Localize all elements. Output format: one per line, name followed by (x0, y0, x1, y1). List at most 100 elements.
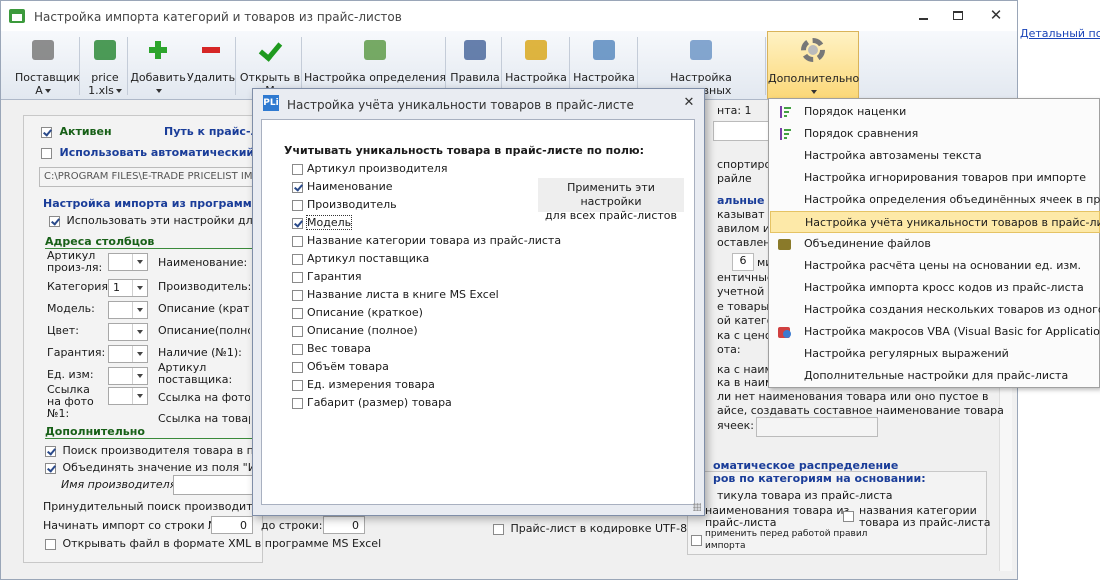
unique-option-row[interactable]: Модель (292, 215, 353, 234)
open-xml-row[interactable]: Открывать файл в формате XML в программе… (45, 537, 381, 550)
ribbon-label-line1: Удалить (187, 71, 236, 84)
to-row-input[interactable]: 0 (323, 516, 365, 534)
search-maker-checkbox[interactable] (45, 445, 56, 457)
menu-item[interactable]: Настройка определения объединённых ячеек… (770, 189, 1100, 211)
unique-option-checkbox[interactable] (292, 379, 303, 391)
use-settings-row[interactable]: Использовать эти настройки для все (49, 214, 282, 227)
mid-field-label: Описание (краткое (158, 303, 250, 315)
menu-item[interactable]: Порядок наценки (770, 101, 1100, 123)
chevron-down-icon (132, 368, 147, 384)
ribbon-label-line1: Дополнительно (768, 72, 860, 85)
active-checkbox-row[interactable]: Активен (41, 125, 112, 138)
unique-option-row[interactable]: Название категории товара из прайс-листа (292, 234, 561, 252)
search-maker-row[interactable]: Поиск производителя товара в прайс- (45, 444, 285, 457)
ribbon-button-0[interactable]: Поставщик А (15, 31, 80, 97)
long-line-1: ли нет наименования товара или оно пусто… (717, 390, 989, 403)
use-settings-checkbox[interactable] (49, 215, 60, 227)
close-button[interactable]: ✕ (986, 6, 1006, 24)
active-label: Активен (59, 125, 112, 138)
utf8-checkbox[interactable] (493, 523, 504, 535)
menu-item[interactable]: Порядок сравнения (770, 123, 1100, 145)
chevron-down-icon (132, 388, 147, 404)
column-combo[interactable]: 1 (108, 279, 148, 297)
menu-item[interactable]: Дополнительные настройки для прайс-листа (770, 365, 1100, 387)
menu-item[interactable]: Настройка учёта уникальности товаров в п… (770, 211, 1100, 233)
unique-option-checkbox[interactable] (292, 163, 303, 175)
unique-option-checkbox[interactable] (292, 181, 303, 193)
active-checkbox[interactable] (41, 126, 52, 138)
dialog-close-button[interactable]: ✕ (681, 95, 697, 111)
menu-item[interactable]: Настройка автозамены текста (770, 145, 1100, 167)
unique-option-row[interactable]: Габарит (размер) товара (292, 396, 452, 414)
column-combo[interactable] (108, 345, 148, 363)
unique-option-checkbox[interactable] (292, 199, 303, 211)
unique-option-checkbox[interactable] (292, 343, 303, 355)
ribbon-button-2[interactable]: Добавить (129, 31, 187, 97)
unique-option-checkbox[interactable] (292, 253, 303, 265)
apply-all-button[interactable]: Применить эти настройки для всех прайс-л… (538, 178, 684, 222)
unique-option-row[interactable]: Описание (полное) (292, 324, 418, 342)
unique-option-row[interactable]: Вес товара (292, 342, 371, 360)
unique-option-checkbox[interactable] (292, 235, 303, 247)
ribbon-label-10: Дополнительно (768, 72, 860, 98)
merge-value-checkbox[interactable] (45, 462, 56, 474)
ribbon-label-5: Настройка определения (303, 71, 447, 84)
unique-option-row[interactable]: Название листа в книге MS Excel (292, 288, 499, 306)
start-row-input[interactable]: 0 (211, 516, 253, 534)
opt-apply-checkbox[interactable] (691, 534, 702, 546)
ribbon-button-10[interactable]: Дополнительно (767, 31, 859, 99)
column-combo[interactable] (108, 387, 148, 405)
minimize-button[interactable] (919, 11, 929, 21)
column-combo[interactable] (108, 367, 148, 385)
opt-cat-checkbox[interactable] (843, 510, 854, 522)
path-field[interactable]: C:\PROGRAM FILES\E-TRADE PRICELIST IM (39, 167, 253, 187)
column-combo[interactable] (108, 323, 148, 341)
maximize-button[interactable] (953, 11, 963, 20)
unique-option-checkbox[interactable] (292, 217, 303, 229)
menu-item[interactable]: Настройка создания нескольких товаров из… (770, 299, 1100, 321)
column-combo[interactable] (108, 301, 148, 319)
unique-option-row[interactable]: Наименование (292, 180, 392, 198)
auto-import-row[interactable]: Использовать автоматический им (41, 146, 275, 159)
unique-option-checkbox[interactable] (292, 397, 303, 409)
menu-item[interactable]: Объединение файлов (770, 233, 1100, 255)
ribbon-button-3[interactable]: Удалить (187, 31, 235, 97)
utf8-row[interactable]: Прайс-лист в кодировке UTF-8 (493, 522, 687, 535)
unique-option-checkbox[interactable] (292, 289, 303, 301)
auto-import-checkbox[interactable] (41, 147, 52, 159)
maker-name-input[interactable] (173, 475, 255, 495)
opt-cat-row[interactable] (843, 509, 854, 522)
unique-option-row[interactable]: Объём товара (292, 360, 389, 378)
unique-option-row[interactable]: Производитель (292, 198, 397, 216)
plus-icon (144, 37, 172, 63)
open-xml-checkbox[interactable] (45, 538, 56, 550)
excel-icon (91, 37, 119, 63)
menu-item[interactable]: Настройка регулярных выражений (770, 343, 1100, 365)
menu-item[interactable]: Настройка игнорирования товаров при импо… (770, 167, 1100, 189)
start-row-label: Начинать импорт со строки №: (43, 519, 224, 532)
chevron-down-icon (44, 89, 51, 93)
ribbon-button-1[interactable]: price 1.xls (81, 31, 129, 97)
column-combo[interactable] (108, 253, 148, 271)
menu-item-label: Порядок сравнения (804, 127, 919, 140)
unique-option-checkbox[interactable] (292, 325, 303, 337)
resize-grip[interactable] (693, 503, 701, 511)
unique-option-row[interactable]: Гарантия (292, 270, 362, 288)
unique-option-checkbox[interactable] (292, 271, 303, 283)
menu-item[interactable]: Настройка импорта кросс кодов из прайс-л… (770, 277, 1100, 299)
num-6-field[interactable]: 6 (732, 253, 754, 271)
detailed-search-link[interactable]: Детальный поиск (1020, 27, 1100, 40)
menu-item[interactable]: Настройка макросов VBA (Visual Basic for… (770, 321, 1100, 343)
unique-option-row[interactable]: Артикул поставщика (292, 252, 429, 270)
ribbon-label-7: Настройка (503, 71, 569, 84)
column-combo-value: 1 (113, 281, 120, 294)
unique-option-row[interactable]: Описание (краткое) (292, 306, 423, 324)
unique-option-row[interactable]: Артикул производителя (292, 162, 447, 180)
opt-apply-row[interactable] (691, 533, 702, 546)
ribbon-separator (637, 37, 638, 95)
unique-option-checkbox[interactable] (292, 307, 303, 319)
unique-option-row[interactable]: Ед. измерения товара (292, 378, 435, 396)
menu-item[interactable]: Настройка расчёта цены на основании ед. … (770, 255, 1100, 277)
cells-input[interactable] (756, 417, 878, 437)
unique-option-checkbox[interactable] (292, 361, 303, 373)
